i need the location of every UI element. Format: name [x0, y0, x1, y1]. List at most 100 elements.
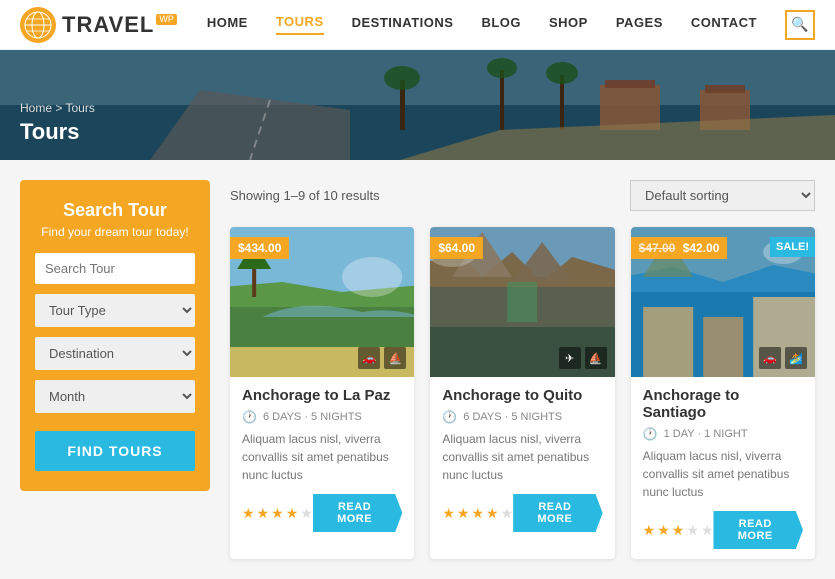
sidebar-title: Search Tour	[35, 200, 195, 221]
main-nav: HOME TOURS DESTINATIONS BLOG SHOP PAGES …	[207, 10, 815, 40]
star-rating: ★ ★ ★ ★ ★	[242, 505, 313, 522]
tour-section: Showing 1–9 of 10 results Default sortin…	[210, 180, 815, 559]
card-description: Aliquam lacus nisl, viverra convallis si…	[242, 430, 402, 484]
card-footer: ★ ★ ★ ★ ★ READ MORE	[442, 494, 602, 532]
nav-pages[interactable]: PAGES	[616, 15, 663, 34]
card-activity-icons: ✈ ⛵	[559, 347, 607, 369]
plane-icon: ✈	[559, 347, 581, 369]
surf-icon: 🏄	[785, 347, 807, 369]
card-meta: 🕐 6 DAYS · 5 NIGHTS	[242, 410, 402, 424]
hero-content: Home > Tours Tours	[20, 101, 95, 145]
card-meta: 🕐 6 DAYS · 5 NIGHTS	[442, 410, 602, 424]
card-original-price: $47.00	[639, 241, 676, 255]
nav-blog[interactable]: BLOG	[481, 15, 521, 34]
card-duration: 1 DAY · 1 NIGHT	[664, 428, 748, 440]
logo: TRAVEL WP	[20, 7, 177, 43]
card-duration: 6 DAYS · 5 NIGHTS	[463, 411, 562, 423]
price-badge: $434.00	[230, 237, 289, 259]
read-more-button[interactable]: READ MORE	[313, 494, 403, 532]
breadcrumb-current: Tours	[65, 101, 94, 115]
clock-icon: 🕐	[643, 427, 658, 441]
car-icon: 🚗	[759, 347, 781, 369]
card-activity-icons: 🚗 🏄	[759, 347, 807, 369]
star-4: ★	[286, 505, 299, 522]
car-icon: 🚗	[358, 347, 380, 369]
card-duration: 6 DAYS · 5 NIGHTS	[263, 411, 362, 423]
breadcrumb: Home > Tours	[20, 101, 95, 115]
nav-tours[interactable]: TOURS	[276, 14, 324, 35]
tour-card: $434.00 🚗 ⛵ Anchorage to La Paz 🕐 6 DAYS…	[230, 227, 414, 559]
card-image: $64.00 ✈ ⛵	[430, 227, 614, 377]
hero-background	[0, 50, 835, 160]
read-more-button[interactable]: READ MORE	[513, 494, 603, 532]
month-select[interactable]: Month	[35, 380, 195, 413]
logo-text: TRAVEL WP	[62, 14, 177, 36]
logo-wp-badge: WP	[156, 14, 177, 25]
card-image: $434.00 🚗 ⛵	[230, 227, 414, 377]
star-1: ★	[242, 505, 255, 522]
card-meta: 🕐 1 DAY · 1 NIGHT	[643, 427, 803, 441]
card-image: $47.00 $42.00 SALE! 🚗 🏄	[631, 227, 815, 377]
sort-select[interactable]: Default sorting Sort by popularity Sort …	[630, 180, 815, 211]
nav-home[interactable]: HOME	[207, 15, 248, 34]
results-count: Showing 1–9 of 10 results	[230, 188, 380, 203]
clock-icon: 🕐	[242, 410, 257, 424]
header: TRAVEL WP HOME TOURS DESTINATIONS BLOG S…	[0, 0, 835, 50]
star-1: ★	[643, 522, 656, 539]
logo-travel-label: TRAVEL	[62, 14, 154, 36]
tour-card: $64.00 ✈ ⛵ Anchorage to Quito 🕐 6 DAYS ·…	[430, 227, 614, 559]
clock-icon: 🕐	[442, 410, 457, 424]
destination-select[interactable]: Destination	[35, 337, 195, 370]
nav-destinations[interactable]: DESTINATIONS	[352, 15, 454, 34]
boat-icon: ⛵	[585, 347, 607, 369]
star-4: ★	[486, 505, 499, 522]
boat-icon: ⛵	[384, 347, 406, 369]
card-body: Anchorage to La Paz 🕐 6 DAYS · 5 NIGHTS …	[230, 377, 414, 542]
tour-grid: $434.00 🚗 ⛵ Anchorage to La Paz 🕐 6 DAYS…	[230, 227, 815, 559]
tour-card: $47.00 $42.00 SALE! 🚗 🏄 Anchorage to San…	[631, 227, 815, 559]
main-content: Search Tour Find your dream tour today! …	[0, 160, 835, 579]
nav-shop[interactable]: SHOP	[549, 15, 588, 34]
search-input[interactable]	[35, 253, 195, 284]
star-rating: ★ ★ ★ ★ ★	[643, 522, 714, 539]
star-3: ★	[271, 505, 284, 522]
star-rating: ★ ★ ★ ★ ★	[442, 505, 513, 522]
breadcrumb-separator: >	[55, 101, 65, 115]
search-icon-button[interactable]: 🔍	[785, 10, 815, 40]
card-activity-icons: 🚗 ⛵	[358, 347, 406, 369]
card-price: $434.00	[238, 241, 281, 255]
star-5: ★	[300, 505, 313, 522]
logo-globe-icon	[20, 7, 56, 43]
star-5: ★	[501, 505, 514, 522]
star-5: ★	[701, 522, 714, 539]
price-badge: $47.00 $42.00	[631, 237, 728, 259]
breadcrumb-home-link[interactable]: Home	[20, 101, 52, 115]
sidebar-subtitle: Find your dream tour today!	[35, 225, 195, 239]
card-price: $42.00	[683, 241, 720, 255]
star-2: ★	[657, 522, 670, 539]
tour-type-select[interactable]: Tour Type	[35, 294, 195, 327]
star-4: ★	[686, 522, 699, 539]
star-2: ★	[457, 505, 470, 522]
star-3: ★	[672, 522, 685, 539]
card-body: Anchorage to Santiago 🕐 1 DAY · 1 NIGHT …	[631, 377, 815, 559]
star-3: ★	[471, 505, 484, 522]
hero-banner: Home > Tours Tours	[0, 50, 835, 160]
card-title: Anchorage to Quito	[442, 387, 602, 404]
tour-header: Showing 1–9 of 10 results Default sortin…	[230, 180, 815, 211]
search-icon: 🔍	[791, 16, 808, 33]
sale-badge: SALE!	[770, 237, 815, 257]
card-description: Aliquam lacus nisl, viverra convallis si…	[643, 447, 803, 501]
search-sidebar: Search Tour Find your dream tour today! …	[20, 180, 210, 491]
price-badge: $64.00	[430, 237, 483, 259]
nav-contact[interactable]: CONTACT	[691, 15, 757, 34]
find-tours-button[interactable]: FIND TOURS	[35, 431, 195, 471]
card-footer: ★ ★ ★ ★ ★ READ MORE	[242, 494, 402, 532]
page-title: Tours	[20, 119, 95, 145]
star-2: ★	[257, 505, 270, 522]
star-1: ★	[442, 505, 455, 522]
card-title: Anchorage to La Paz	[242, 387, 402, 404]
card-price: $64.00	[438, 241, 475, 255]
card-body: Anchorage to Quito 🕐 6 DAYS · 5 NIGHTS A…	[430, 377, 614, 542]
card-title: Anchorage to Santiago	[643, 387, 803, 421]
